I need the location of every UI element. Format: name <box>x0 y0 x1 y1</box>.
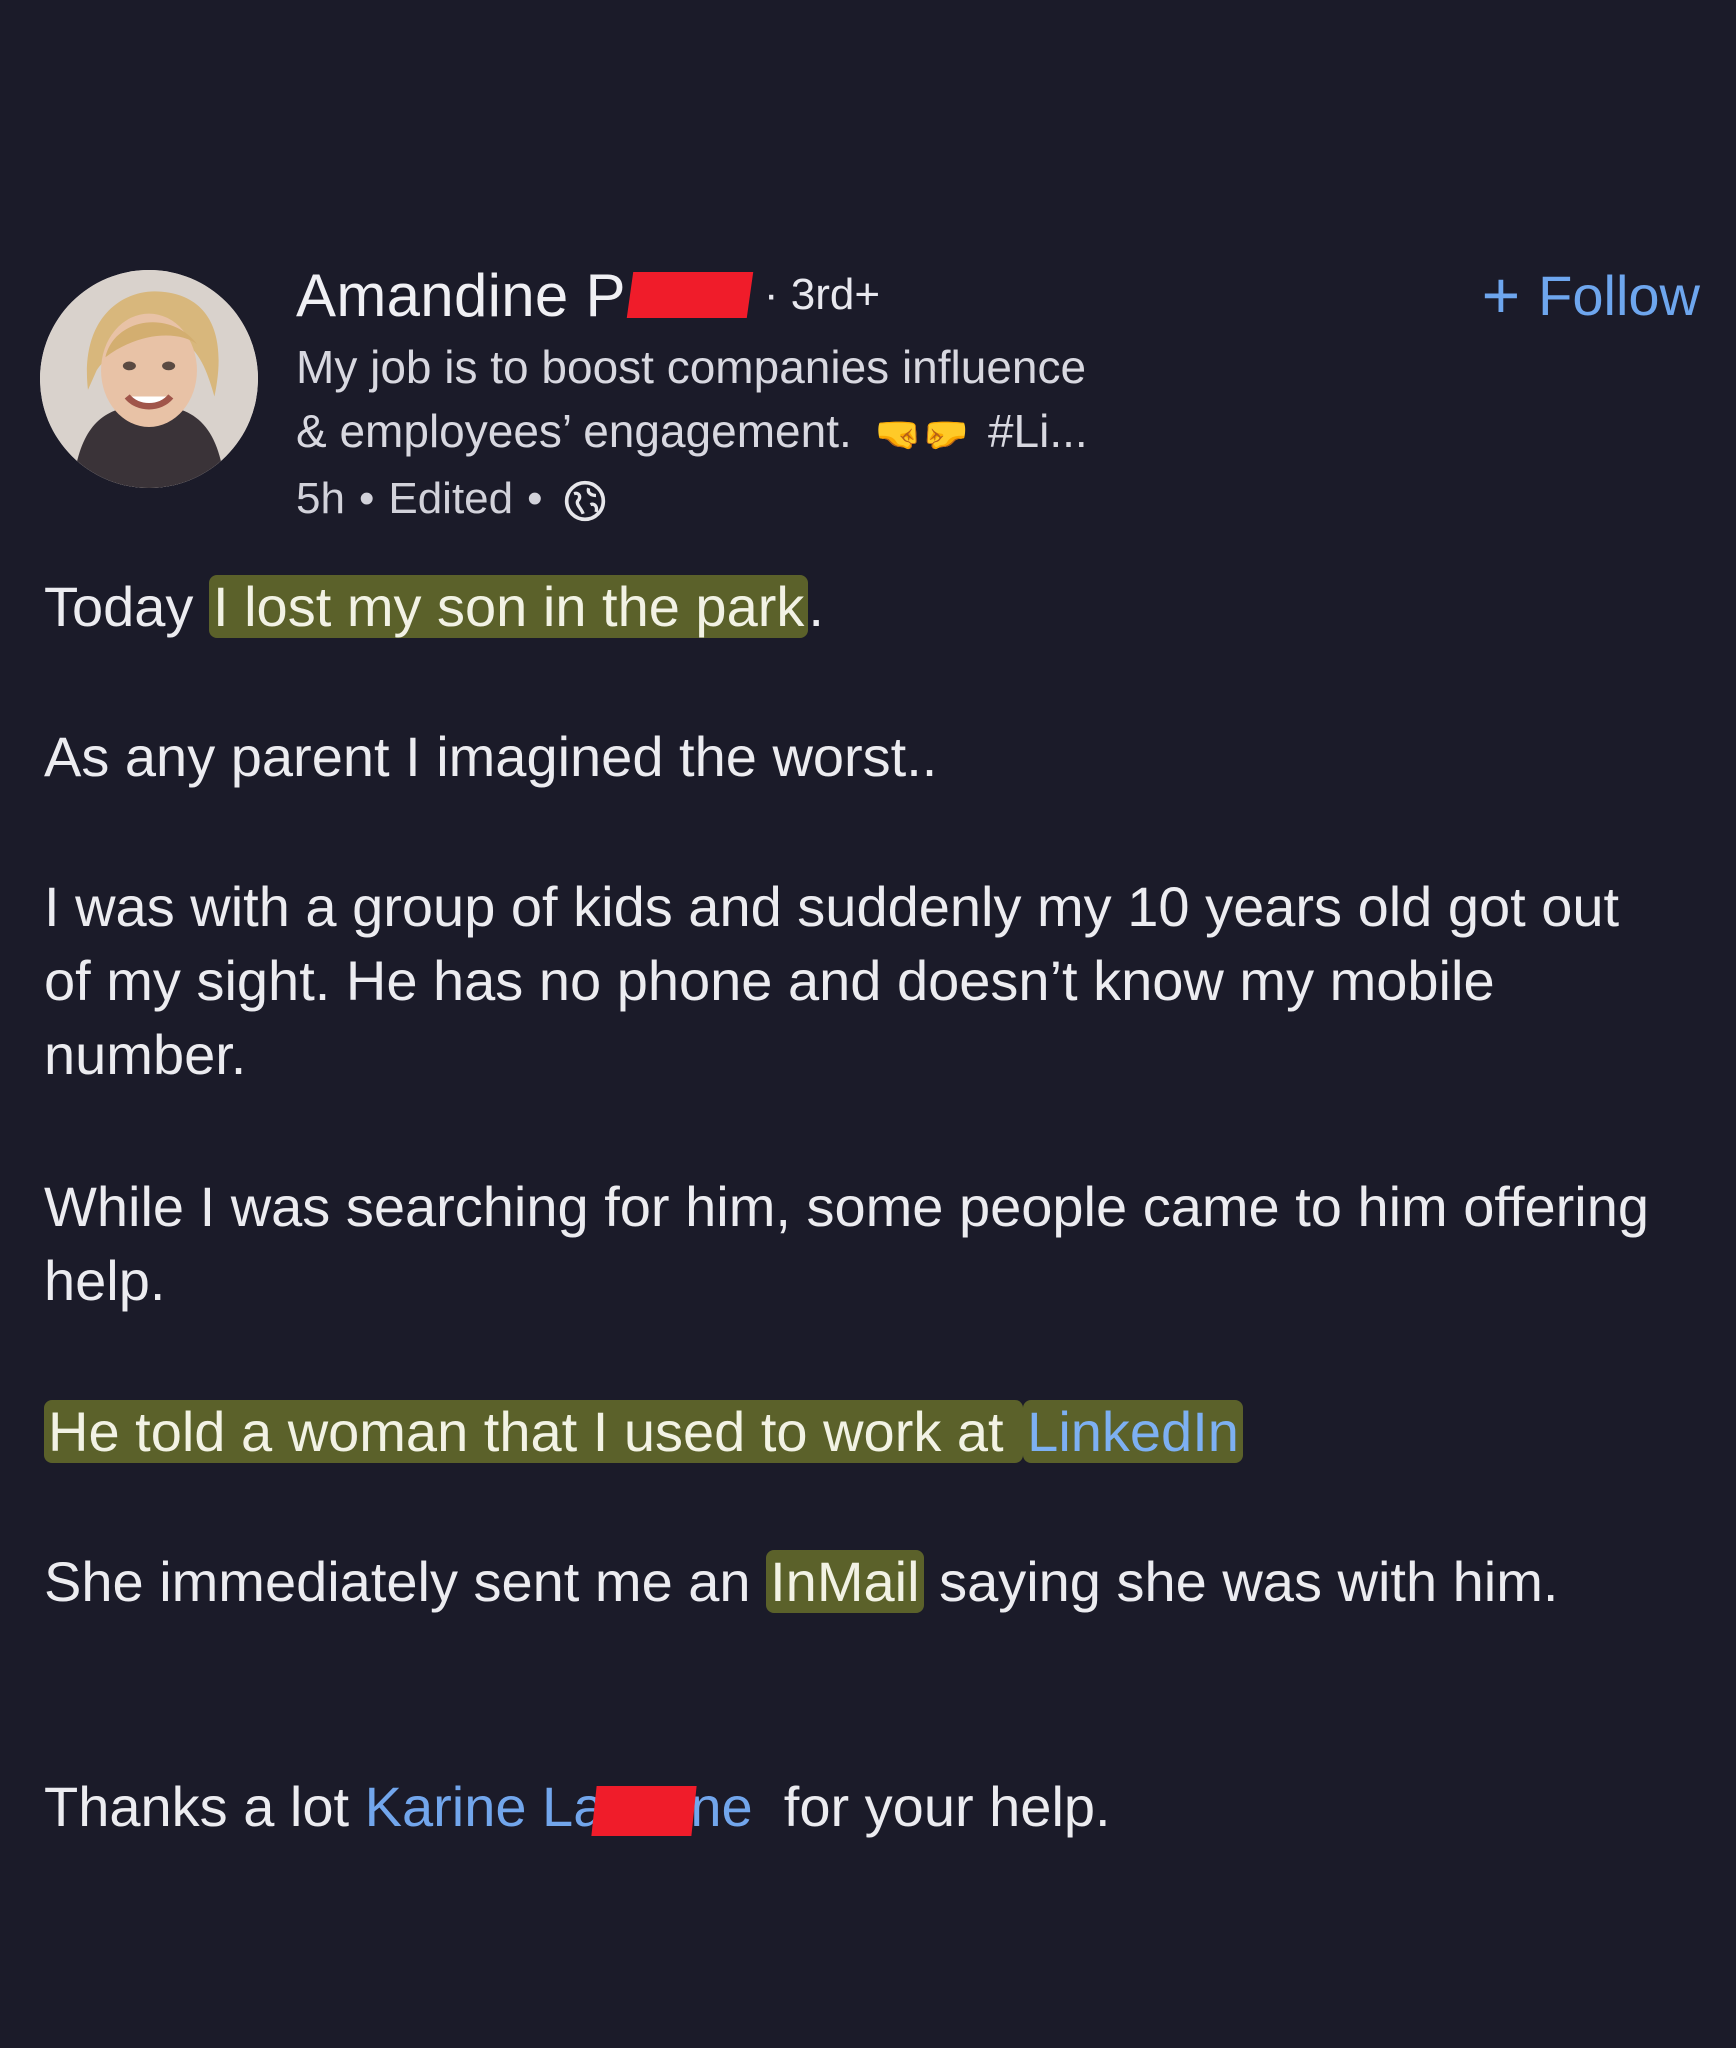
text-span: Today <box>44 575 209 638</box>
separator-dot: • <box>527 473 543 523</box>
headline-hashtag: #Li... <box>987 405 1088 457</box>
mention-text-start: Karine La <box>364 1775 605 1838</box>
author-name[interactable]: Amandine P <box>296 261 626 330</box>
post-timestamp-row: 5h • Edited • <box>296 467 1396 531</box>
post-header: Amandine P · 3rd+ My job is to boost com… <box>40 255 1700 535</box>
edited-label: Edited <box>388 473 514 523</box>
inmail-highlight: InMail <box>766 1550 924 1613</box>
post-paragraph-3: I was with a group of kids and suddenly … <box>44 875 1620 1086</box>
avatar-photo <box>40 270 258 488</box>
redaction-bar <box>626 272 754 318</box>
mention-link[interactable]: Karine La ne <box>365 1775 753 1838</box>
avatar[interactable] <box>40 270 258 488</box>
highlighted-text: He told a woman that I used to work at <box>44 1400 1024 1463</box>
text-span: She immediately sent me an <box>44 1550 767 1613</box>
author-meta: Amandine P · 3rd+ My job is to boost com… <box>296 255 1396 531</box>
post-paragraph-5: He told a woman that I used to work at L… <box>44 1395 1243 1469</box>
headline-line-1: My job is to boost companies influence <box>296 341 1087 393</box>
redaction-bar <box>591 1786 697 1837</box>
linkedin-link[interactable]: LinkedIn <box>1023 1400 1243 1463</box>
text-span: saying she was with him. <box>923 1550 1559 1613</box>
highlighted-text: I lost my son in the park <box>209 575 809 638</box>
mention-text-end: ne <box>690 1775 753 1838</box>
handshake-icon: 🤜🤛 <box>874 413 970 456</box>
post-time: 5h <box>296 473 345 523</box>
post-paragraph-1: Today I lost my son in the park. <box>44 570 824 644</box>
post-paragraph-2: As any parent I imagined the worst.. <box>44 725 938 788</box>
post-paragraph-4: While I was searching for him, some peop… <box>44 1175 1650 1312</box>
author-headline: My job is to boost companies influence &… <box>296 335 1306 467</box>
plus-icon: + <box>1481 258 1521 332</box>
post-paragraph-6: She immediately sent me an InMail saying… <box>44 1545 1674 1619</box>
text-span: Thanks a lot <box>44 1775 365 1838</box>
headline-line-2: & employees’ engagement. <box>296 405 852 457</box>
text-span: . <box>808 575 824 638</box>
separator-dot: • <box>358 473 375 523</box>
author-name-row: Amandine P · 3rd+ <box>296 255 1396 335</box>
connection-degree: · 3rd+ <box>763 270 881 319</box>
follow-button[interactable]: + Follow <box>1482 255 1700 335</box>
linkedin-post: Amandine P · 3rd+ My job is to boost com… <box>0 0 1736 2048</box>
post-paragraph-7: Thanks a lot Karine La ne for your help. <box>44 1770 1111 1844</box>
follow-label: Follow <box>1538 263 1700 327</box>
text-span: for your help. <box>752 1775 1111 1838</box>
globe-icon <box>563 477 607 522</box>
